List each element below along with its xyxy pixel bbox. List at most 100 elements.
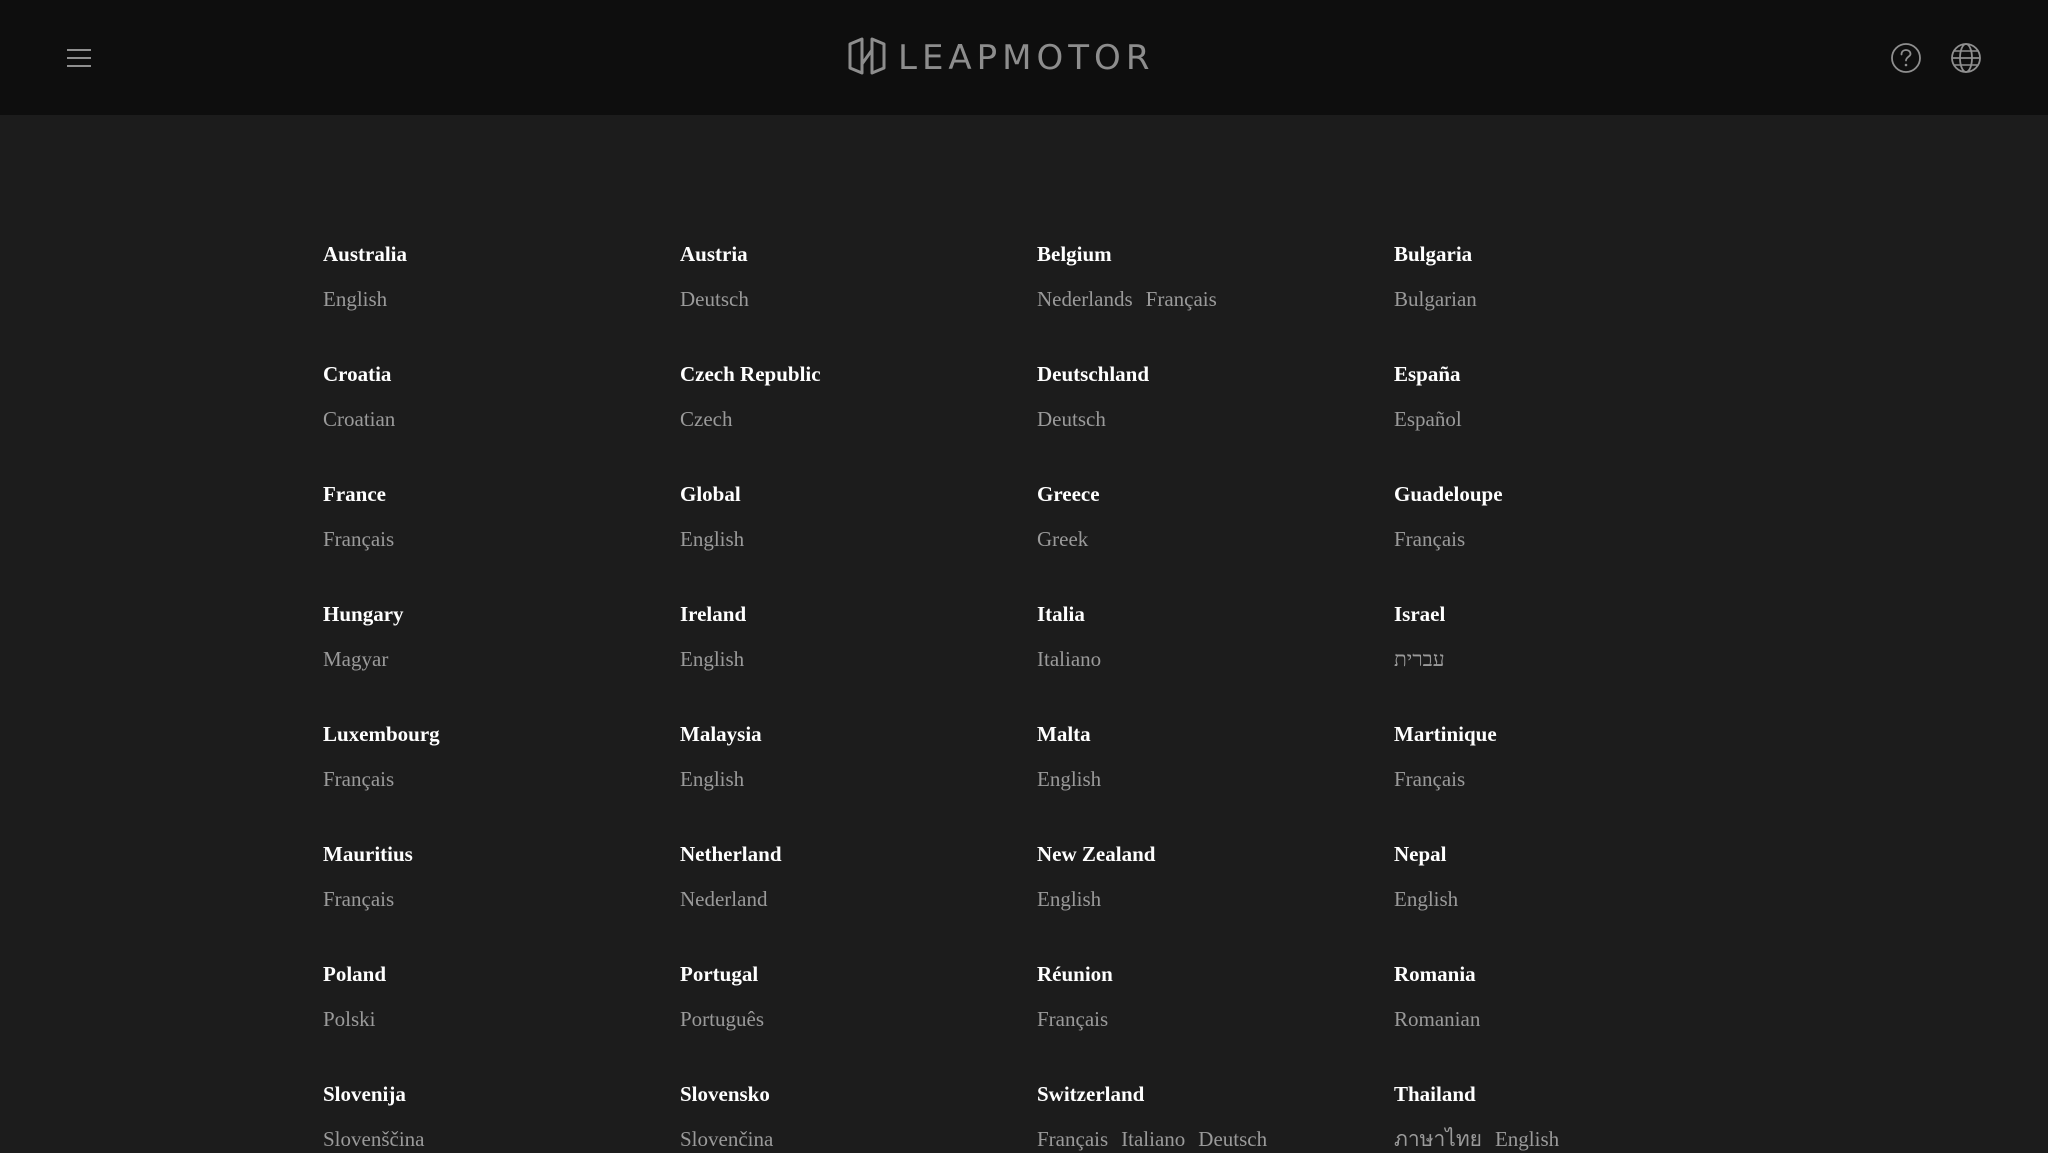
language-link[interactable]: ภาษาไทย	[1394, 1125, 1482, 1153]
language-list: English	[323, 285, 663, 313]
site-header: LEAPMOTOR	[0, 0, 2048, 115]
country-name: Australia	[323, 242, 407, 266]
language-list: Croatian	[323, 405, 663, 433]
country-name: Netherland	[680, 842, 782, 866]
country-name: Martinique	[1394, 722, 1497, 746]
language-link[interactable]: Français	[323, 885, 394, 913]
language-link[interactable]: Bulgarian	[1394, 285, 1477, 313]
country-name: Czech Republic	[680, 362, 821, 386]
language-link[interactable]: Français	[323, 525, 394, 553]
region-item: France Français	[323, 480, 663, 553]
language-list: Deutsch	[1037, 405, 1377, 433]
country-name: Ireland	[680, 602, 747, 626]
language-list: English	[680, 645, 1020, 673]
language-link[interactable]: Deutsch	[1037, 405, 1106, 433]
language-link[interactable]: Italiano	[1037, 645, 1101, 673]
language-link[interactable]: Slovenščina	[323, 1125, 424, 1153]
language-link[interactable]: English	[1037, 885, 1101, 913]
region-item: Deutschland Deutsch	[1037, 360, 1377, 433]
brand-name: LEAPMOTOR	[898, 38, 1155, 78]
country-name: Romania	[1394, 962, 1476, 986]
country-name: Greece	[1037, 482, 1100, 506]
language-link[interactable]: Italiano	[1121, 1125, 1185, 1153]
region-item: Ireland English	[680, 600, 1020, 673]
country-name: Portugal	[680, 962, 759, 986]
region-item: Guadeloupe Français	[1394, 480, 1734, 553]
language-link[interactable]: Croatian	[323, 405, 395, 433]
language-link[interactable]: Français	[1037, 1005, 1108, 1033]
region-item: Greece Greek	[1037, 480, 1377, 553]
language-link[interactable]: Nederland	[680, 885, 767, 913]
country-name: Switzerland	[1037, 1082, 1145, 1106]
language-link[interactable]: English	[680, 645, 744, 673]
language-list: Español	[1394, 405, 1734, 433]
language-link[interactable]: Czech	[680, 405, 732, 433]
country-name: España	[1394, 362, 1461, 386]
language-link[interactable]: עברית	[1394, 645, 1445, 673]
language-list: Bulgarian	[1394, 285, 1734, 313]
language-link[interactable]: English	[680, 525, 744, 553]
country-name: Slovensko	[680, 1082, 770, 1106]
language-list: ภาษาไทย English	[1394, 1125, 1734, 1153]
language-list: Slovenščina	[323, 1125, 663, 1153]
language-list: Français	[323, 885, 663, 913]
country-name: New Zealand	[1037, 842, 1156, 866]
region-item: Belgium Nederlands Français	[1037, 240, 1377, 313]
language-link[interactable]: Slovenčina	[680, 1125, 773, 1153]
language-list: Français	[1394, 525, 1734, 553]
region-item: Thailand ภาษาไทย English	[1394, 1080, 1734, 1153]
country-name: Global	[680, 482, 741, 506]
language-link[interactable]: English	[680, 765, 744, 793]
country-name: Poland	[323, 962, 387, 986]
language-link[interactable]: Português	[680, 1005, 764, 1033]
country-name: Mauritius	[323, 842, 413, 866]
region-item: Malta English	[1037, 720, 1377, 793]
region-item: Réunion Français	[1037, 960, 1377, 1033]
country-name: France	[323, 482, 386, 506]
region-item: Poland Polski	[323, 960, 663, 1033]
language-link[interactable]: Romanian	[1394, 1005, 1480, 1033]
region-item: Italia Italiano	[1037, 600, 1377, 673]
brand-logo[interactable]: LEAPMOTOR	[848, 37, 1155, 78]
menu-icon[interactable]	[64, 44, 94, 72]
language-link[interactable]: Deutsch	[1198, 1125, 1267, 1153]
region-item: Croatia Croatian	[323, 360, 663, 433]
language-link[interactable]: Nederlands	[1037, 285, 1133, 313]
region-item: New Zealand English	[1037, 840, 1377, 913]
language-list: Português	[680, 1005, 1020, 1033]
help-icon[interactable]	[1890, 42, 1922, 74]
region-item: Netherland Nederland	[680, 840, 1020, 913]
language-link[interactable]: Greek	[1037, 525, 1088, 553]
language-list: Magyar	[323, 645, 663, 673]
country-name: Bulgaria	[1394, 242, 1473, 266]
region-item: Nepal English	[1394, 840, 1734, 913]
language-link[interactable]: Français	[1146, 285, 1217, 313]
language-link[interactable]: Deutsch	[680, 285, 749, 313]
language-list: Deutsch	[680, 285, 1020, 313]
language-link[interactable]: English	[1037, 765, 1101, 793]
country-name: Thailand	[1394, 1082, 1476, 1106]
language-link[interactable]: English	[1495, 1125, 1559, 1153]
region-item: Slovensko Slovenčina	[680, 1080, 1020, 1153]
region-item: Global English	[680, 480, 1020, 553]
language-link[interactable]: Français	[1394, 765, 1465, 793]
language-list: Nederland	[680, 885, 1020, 913]
language-link[interactable]: Magyar	[323, 645, 388, 673]
country-name: Guadeloupe	[1394, 482, 1503, 506]
globe-icon[interactable]	[1950, 42, 1982, 74]
language-link[interactable]: English	[323, 285, 387, 313]
region-item: Australia English	[323, 240, 663, 313]
language-link[interactable]: Français	[1394, 525, 1465, 553]
language-list: Slovenčina	[680, 1125, 1020, 1153]
country-name: Réunion	[1037, 962, 1113, 986]
region-item: Bulgaria Bulgarian	[1394, 240, 1734, 313]
language-link[interactable]: Français	[323, 765, 394, 793]
country-name: Nepal	[1394, 842, 1447, 866]
region-item: Hungary Magyar	[323, 600, 663, 673]
language-list: Polski	[323, 1005, 663, 1033]
language-link[interactable]: Español	[1394, 405, 1462, 433]
country-name: Croatia	[323, 362, 392, 386]
language-link[interactable]: English	[1394, 885, 1458, 913]
language-link[interactable]: Polski	[323, 1005, 376, 1033]
language-link[interactable]: Français	[1037, 1125, 1108, 1153]
